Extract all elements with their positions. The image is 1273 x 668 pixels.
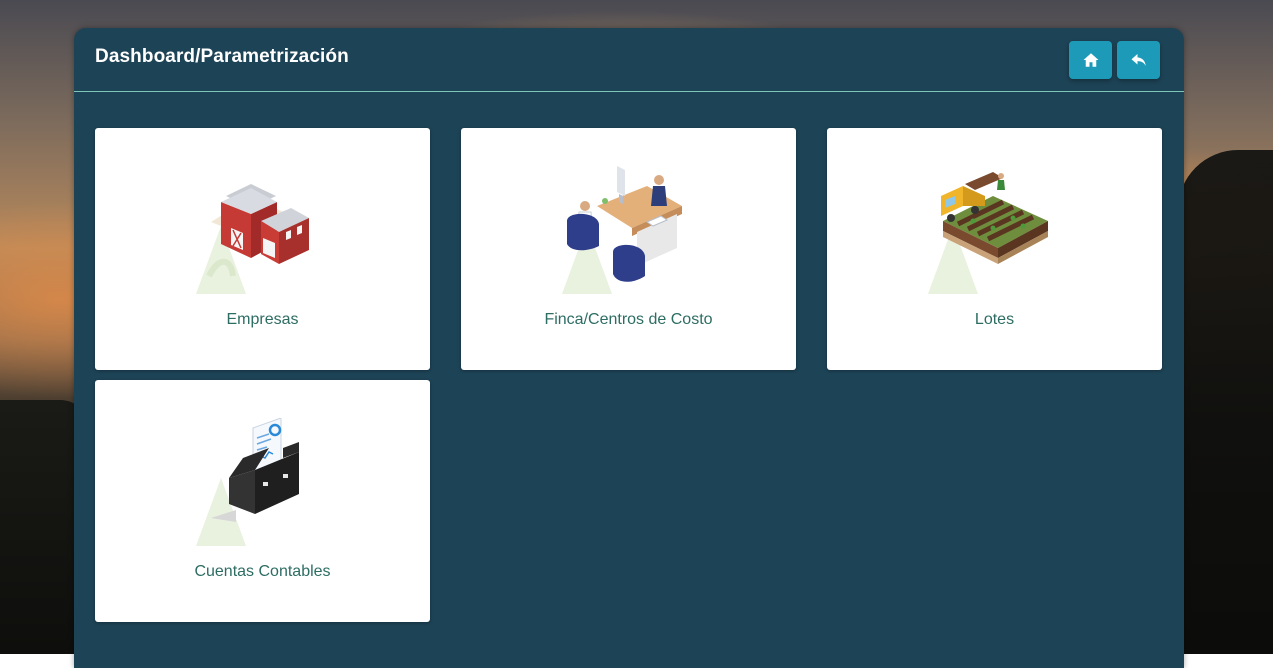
- panel-header: Dashboard/Parametrización: [74, 28, 1184, 92]
- home-button[interactable]: [1069, 41, 1112, 79]
- farm-lot-illustration: [923, 166, 1053, 296]
- card-finca-centros-de-costo[interactable]: Finca/Centros de Costo: [461, 128, 796, 370]
- office-desk-illustration: [557, 166, 687, 296]
- card-lotes[interactable]: Lotes: [827, 128, 1162, 370]
- accounting-folder-illustration: [191, 418, 321, 548]
- barn-illustration: [191, 166, 321, 296]
- card-empresas[interactable]: Empresas: [95, 128, 430, 370]
- home-icon: [1082, 51, 1100, 69]
- card-label: Empresas: [95, 311, 430, 329]
- background-trees-right: [1178, 150, 1273, 654]
- card-label: Cuentas Contables: [95, 563, 430, 581]
- reply-icon: [1130, 51, 1148, 69]
- card-cuentas-contables[interactable]: Cuentas Contables: [95, 380, 430, 622]
- back-button[interactable]: [1117, 41, 1160, 79]
- page-title: Dashboard/Parametrización: [95, 46, 349, 68]
- card-label: Lotes: [827, 311, 1162, 329]
- main-panel: Dashboard/Parametrización: [74, 28, 1184, 668]
- card-label: Finca/Centros de Costo: [461, 311, 796, 329]
